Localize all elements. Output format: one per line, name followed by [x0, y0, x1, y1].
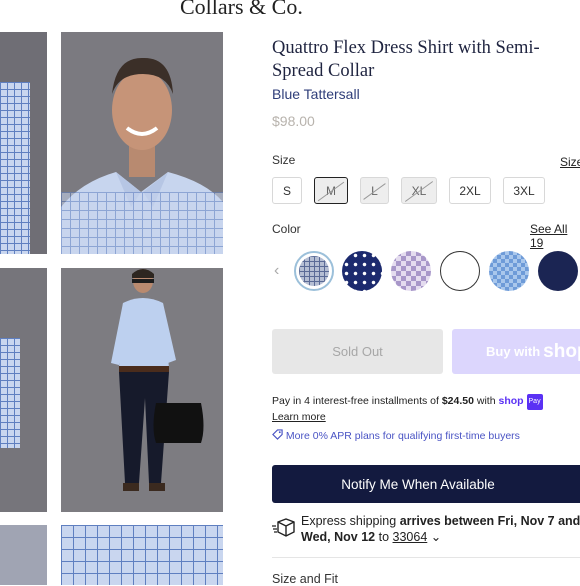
shop-pay-logo: shop — [543, 340, 580, 362]
divider — [272, 557, 580, 558]
swatch-navy[interactable] — [538, 251, 578, 291]
apr-plans-text: More 0% APR plans for qualifying first-t… — [285, 430, 520, 442]
pay-badge: Pay — [526, 394, 543, 410]
brand-logo[interactable]: Collars & Co. — [180, 0, 303, 20]
shipping-box-icon — [272, 518, 296, 543]
learn-more-link[interactable]: Learn more — [272, 411, 326, 423]
buy-with-shop-pay-button[interactable]: Buy with shop — [452, 329, 580, 374]
product-photo-portrait[interactable] — [61, 32, 223, 254]
sold-out-button[interactable]: Sold Out — [272, 329, 443, 374]
chevron-left-icon[interactable]: ‹ — [274, 262, 279, 280]
shipping-to: to — [378, 530, 390, 544]
swatch-lavender-check[interactable] — [391, 251, 431, 291]
installments-with: with — [476, 395, 496, 407]
product-photo-fabric[interactable] — [61, 525, 223, 585]
shipping-end-date: Wed, Nov 12 — [301, 530, 376, 544]
size-guide-link[interactable]: Size — [560, 155, 580, 169]
product-price: $98.00 — [272, 113, 315, 129]
color-label: Color — [272, 222, 301, 236]
chevron-down-icon[interactable]: ⌄ — [427, 530, 441, 544]
swatch-blue-tattersall[interactable] — [294, 251, 334, 291]
product-photo-full-body[interactable] — [61, 268, 223, 512]
size-option-2xl[interactable]: 2XL — [449, 177, 491, 204]
installment-amount: $24.50 — [441, 395, 474, 407]
installments-prefix: Pay in 4 interest-free installments of — [272, 395, 439, 407]
shipping-prefix: Express shipping — [301, 514, 397, 528]
shop-pay-prefix: Buy with — [486, 344, 541, 359]
see-all-colors-link[interactable]: See All 19 — [530, 222, 580, 250]
zip-code-link[interactable]: 33064 — [393, 530, 428, 544]
product-photo-thumb-3[interactable] — [0, 525, 47, 585]
swatch-white[interactable] — [440, 251, 480, 291]
product-photo-side-2[interactable] — [0, 268, 47, 512]
size-option-3xl[interactable]: 3XL — [503, 177, 545, 204]
shipping-estimate: Express shipping arrives between Fri, No… — [301, 513, 580, 545]
apr-plans-link[interactable]: More 0% APR plans for qualifying first-t… — [272, 429, 520, 442]
swatch-navy-print[interactable] — [342, 251, 382, 291]
size-label: Size — [272, 153, 296, 167]
installments-info: Pay in 4 interest-free installments of $… — [272, 394, 543, 424]
size-option-m[interactable]: M — [314, 177, 348, 204]
swatch-blue-houndstooth[interactable] — [489, 251, 529, 291]
product-color-name: Blue Tattersall — [272, 86, 360, 102]
size-and-fit-section-header[interactable]: Size and Fit — [272, 572, 338, 586]
product-title: Quattro Flex Dress Shirt with Semi-Sprea… — [272, 38, 540, 81]
product-photo-side-1[interactable] — [0, 32, 47, 254]
notify-me-button[interactable]: Notify Me When Available — [272, 465, 580, 503]
size-option-s[interactable]: S — [272, 177, 302, 204]
size-option-xl[interactable]: XL — [401, 177, 437, 204]
shop-pay-mark: shop — [498, 395, 524, 407]
tag-icon — [272, 429, 286, 442]
size-option-l[interactable]: L — [360, 177, 389, 204]
shipping-window: arrives between Fri, Nov 7 and — [399, 514, 580, 528]
